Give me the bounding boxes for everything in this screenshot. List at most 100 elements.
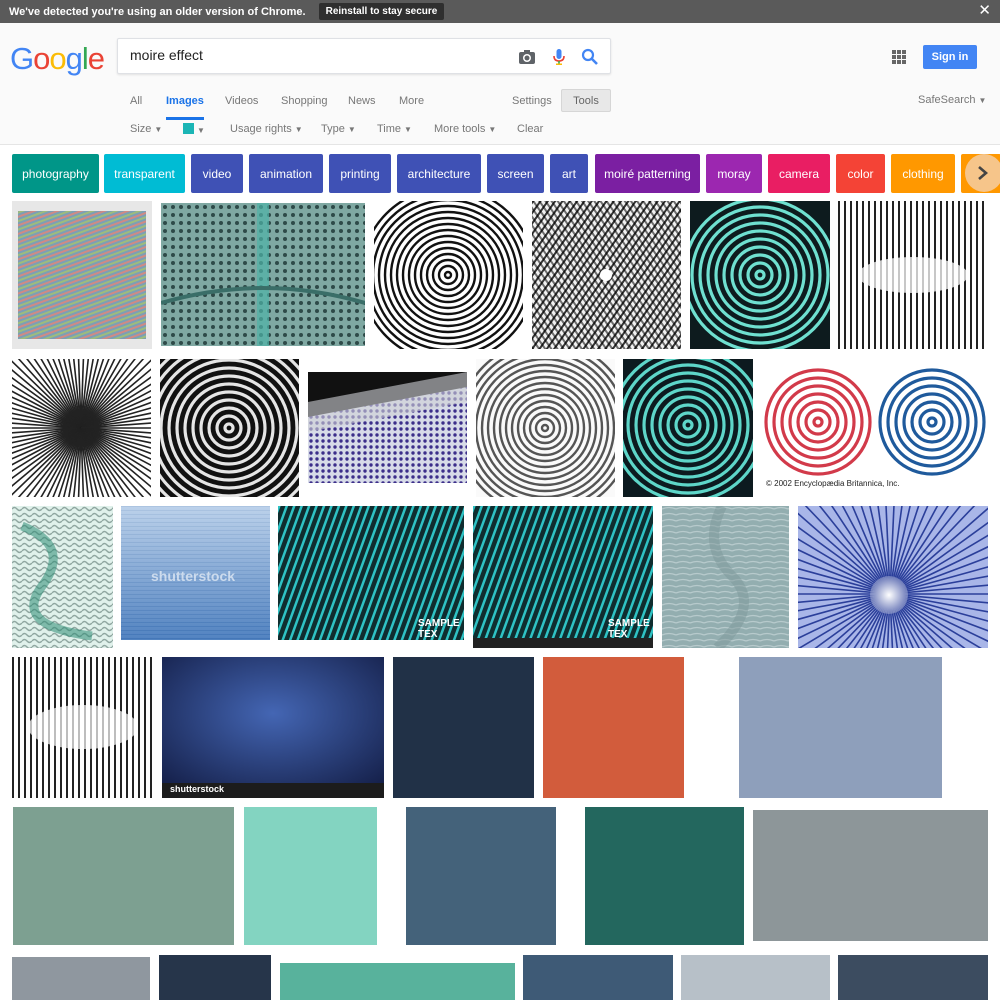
image-result-gray-rings[interactable] <box>476 359 615 497</box>
chip-animation[interactable]: animation <box>249 154 323 193</box>
color-swatch-mint[interactable] <box>244 807 377 945</box>
logo-letter: o <box>49 41 66 76</box>
radial-burst-svg <box>12 359 151 497</box>
update-banner: We've detected you're using an older ver… <box>0 0 1000 23</box>
image-result-wood-grain[interactable] <box>662 506 789 648</box>
tab-news[interactable]: News <box>348 94 376 120</box>
chips-next-button[interactable] <box>965 154 1000 192</box>
image-result-blue-gradient[interactable]: shutterstock <box>121 506 270 648</box>
chip-screen[interactable]: screen <box>487 154 544 193</box>
banner-message: We've detected you're using an older ver… <box>9 5 306 18</box>
apps-grid-icon[interactable] <box>892 50 906 64</box>
image-result-concentric-rings[interactable] <box>374 201 523 349</box>
more-tools-filter[interactable]: More tools ▼ <box>434 123 496 135</box>
image-result-halftone-perspective[interactable] <box>308 372 467 483</box>
search-tabs: All Images Videos Shopping News More Set… <box>0 89 1000 120</box>
usage-rights-filter[interactable]: Usage rights ▼ <box>230 123 303 135</box>
image-result-teal-curves[interactable]: SAMPLE TEX <box>278 506 464 648</box>
more-tools-label: More tools <box>434 123 486 135</box>
logo-letter: G <box>10 41 34 76</box>
time-filter[interactable]: Time ▼ <box>377 123 412 135</box>
watermark-text: shutterstock <box>151 568 236 584</box>
chip-moire-patterning[interactable]: moiré patterning <box>595 154 700 193</box>
chevron-down-icon: ▼ <box>978 96 987 105</box>
chip-clothing[interactable]: clothing <box>891 154 955 193</box>
reinstall-button[interactable]: Reinstall to stay secure <box>318 3 445 20</box>
sample-text-label: SAMPLE TEX <box>608 618 650 640</box>
gray-rings-svg <box>476 359 615 497</box>
color-swatch-steel[interactable] <box>12 957 150 1000</box>
color-swatch-gray[interactable] <box>753 810 988 941</box>
chip-transparent[interactable]: transparent <box>104 154 185 193</box>
tools-button[interactable]: Tools <box>561 89 611 112</box>
color-swatch-teal[interactable] <box>280 963 515 1000</box>
camera-icon[interactable] <box>517 47 537 67</box>
color-swatch-orange[interactable] <box>543 657 684 798</box>
image-result-double-rings[interactable] <box>160 359 299 497</box>
size-filter[interactable]: Size ▼ <box>130 123 162 135</box>
chip-video[interactable]: video <box>191 154 243 193</box>
google-logo[interactable]: Google <box>10 41 105 77</box>
color-swatch-periwinkle[interactable] <box>739 657 942 798</box>
chip-camera[interactable]: camera <box>768 154 830 193</box>
chip-art[interactable]: art <box>550 154 588 193</box>
color-filter[interactable]: ▼ <box>183 123 205 136</box>
search-input[interactable] <box>130 47 510 63</box>
tab-videos[interactable]: Videos <box>225 94 258 120</box>
image-result-wave-lines-2[interactable] <box>12 657 154 798</box>
chip-printing[interactable]: printing <box>329 154 391 193</box>
search-icon[interactable] <box>580 47 600 67</box>
chevron-down-icon: ▼ <box>197 126 205 135</box>
color-swatch-darknavy[interactable] <box>159 955 271 1000</box>
time-filter-label: Time <box>377 123 402 135</box>
safesearch-menu[interactable]: SafeSearch ▼ <box>918 94 986 106</box>
settings-link[interactable]: Settings <box>512 94 552 120</box>
watermark-logo: shutterstock <box>170 784 225 794</box>
color-swatch-denim[interactable] <box>523 955 673 1000</box>
chip-color[interactable]: color <box>836 154 885 193</box>
image-result-teal-curves-2[interactable]: SAMPLE TEX <box>473 506 653 648</box>
tools-bar: Size ▼ ▼ Usage rights ▼ Type ▼ Time ▼ More t… <box>0 123 1000 137</box>
tab-more[interactable]: More <box>399 94 424 120</box>
image-result-mesh-cylinder[interactable] <box>161 203 365 346</box>
logo-letter: o <box>33 41 50 76</box>
glow-spot <box>870 576 908 614</box>
type-filter-label: Type <box>321 123 345 135</box>
chip-moray[interactable]: moray <box>706 154 762 193</box>
color-swatch-slate[interactable] <box>406 807 556 945</box>
tab-all[interactable]: All <box>130 94 142 120</box>
color-swatch-sage[interactable] <box>13 807 234 945</box>
close-icon[interactable]: ✕ <box>978 3 991 19</box>
image-result-blue-stars[interactable]: shutterstock <box>162 657 384 798</box>
clear-filters-link[interactable]: Clear <box>517 123 543 135</box>
color-swatch-navy[interactable] <box>393 657 534 798</box>
image-result-starburst[interactable] <box>532 201 681 349</box>
chevron-down-icon: ▼ <box>404 125 412 134</box>
logo-letter: g <box>65 41 83 76</box>
image-result-neon-rings-2[interactable] <box>623 359 753 497</box>
chevron-down-icon: ▼ <box>488 125 497 134</box>
image-result-iridescent[interactable] <box>12 201 152 349</box>
image-result-britannica-targets[interactable]: © 2002 Encyclopædia Britannica, Inc. <box>762 364 988 492</box>
chevron-down-icon: ▼ <box>347 125 356 134</box>
double-rings-svg <box>160 359 299 497</box>
image-result-radial-burst[interactable] <box>12 359 151 497</box>
image-result-wave-lines[interactable] <box>838 201 988 349</box>
safesearch-label: SafeSearch <box>918 94 976 106</box>
sign-in-button[interactable]: Sign in <box>923 45 977 69</box>
tab-shopping[interactable]: Shopping <box>281 94 328 120</box>
image-result-green-swirl[interactable] <box>12 506 113 648</box>
tab-images[interactable]: Images <box>166 94 204 120</box>
chip-architecture[interactable]: architecture <box>397 154 481 193</box>
image-result-blue-vortex[interactable] <box>798 506 988 648</box>
color-swatch-silver[interactable] <box>681 955 830 1000</box>
type-filter[interactable]: Type ▼ <box>321 123 356 135</box>
chevron-right-icon <box>978 166 988 180</box>
related-searches: photography transparent video animation … <box>12 154 1000 193</box>
image-result-neon-rings[interactable] <box>690 201 830 349</box>
search-box[interactable] <box>117 38 611 74</box>
color-swatch-ink[interactable] <box>838 955 988 1000</box>
chip-photography[interactable]: photography <box>12 154 99 193</box>
color-swatch-forest[interactable] <box>585 807 744 945</box>
microphone-icon[interactable] <box>549 47 569 67</box>
